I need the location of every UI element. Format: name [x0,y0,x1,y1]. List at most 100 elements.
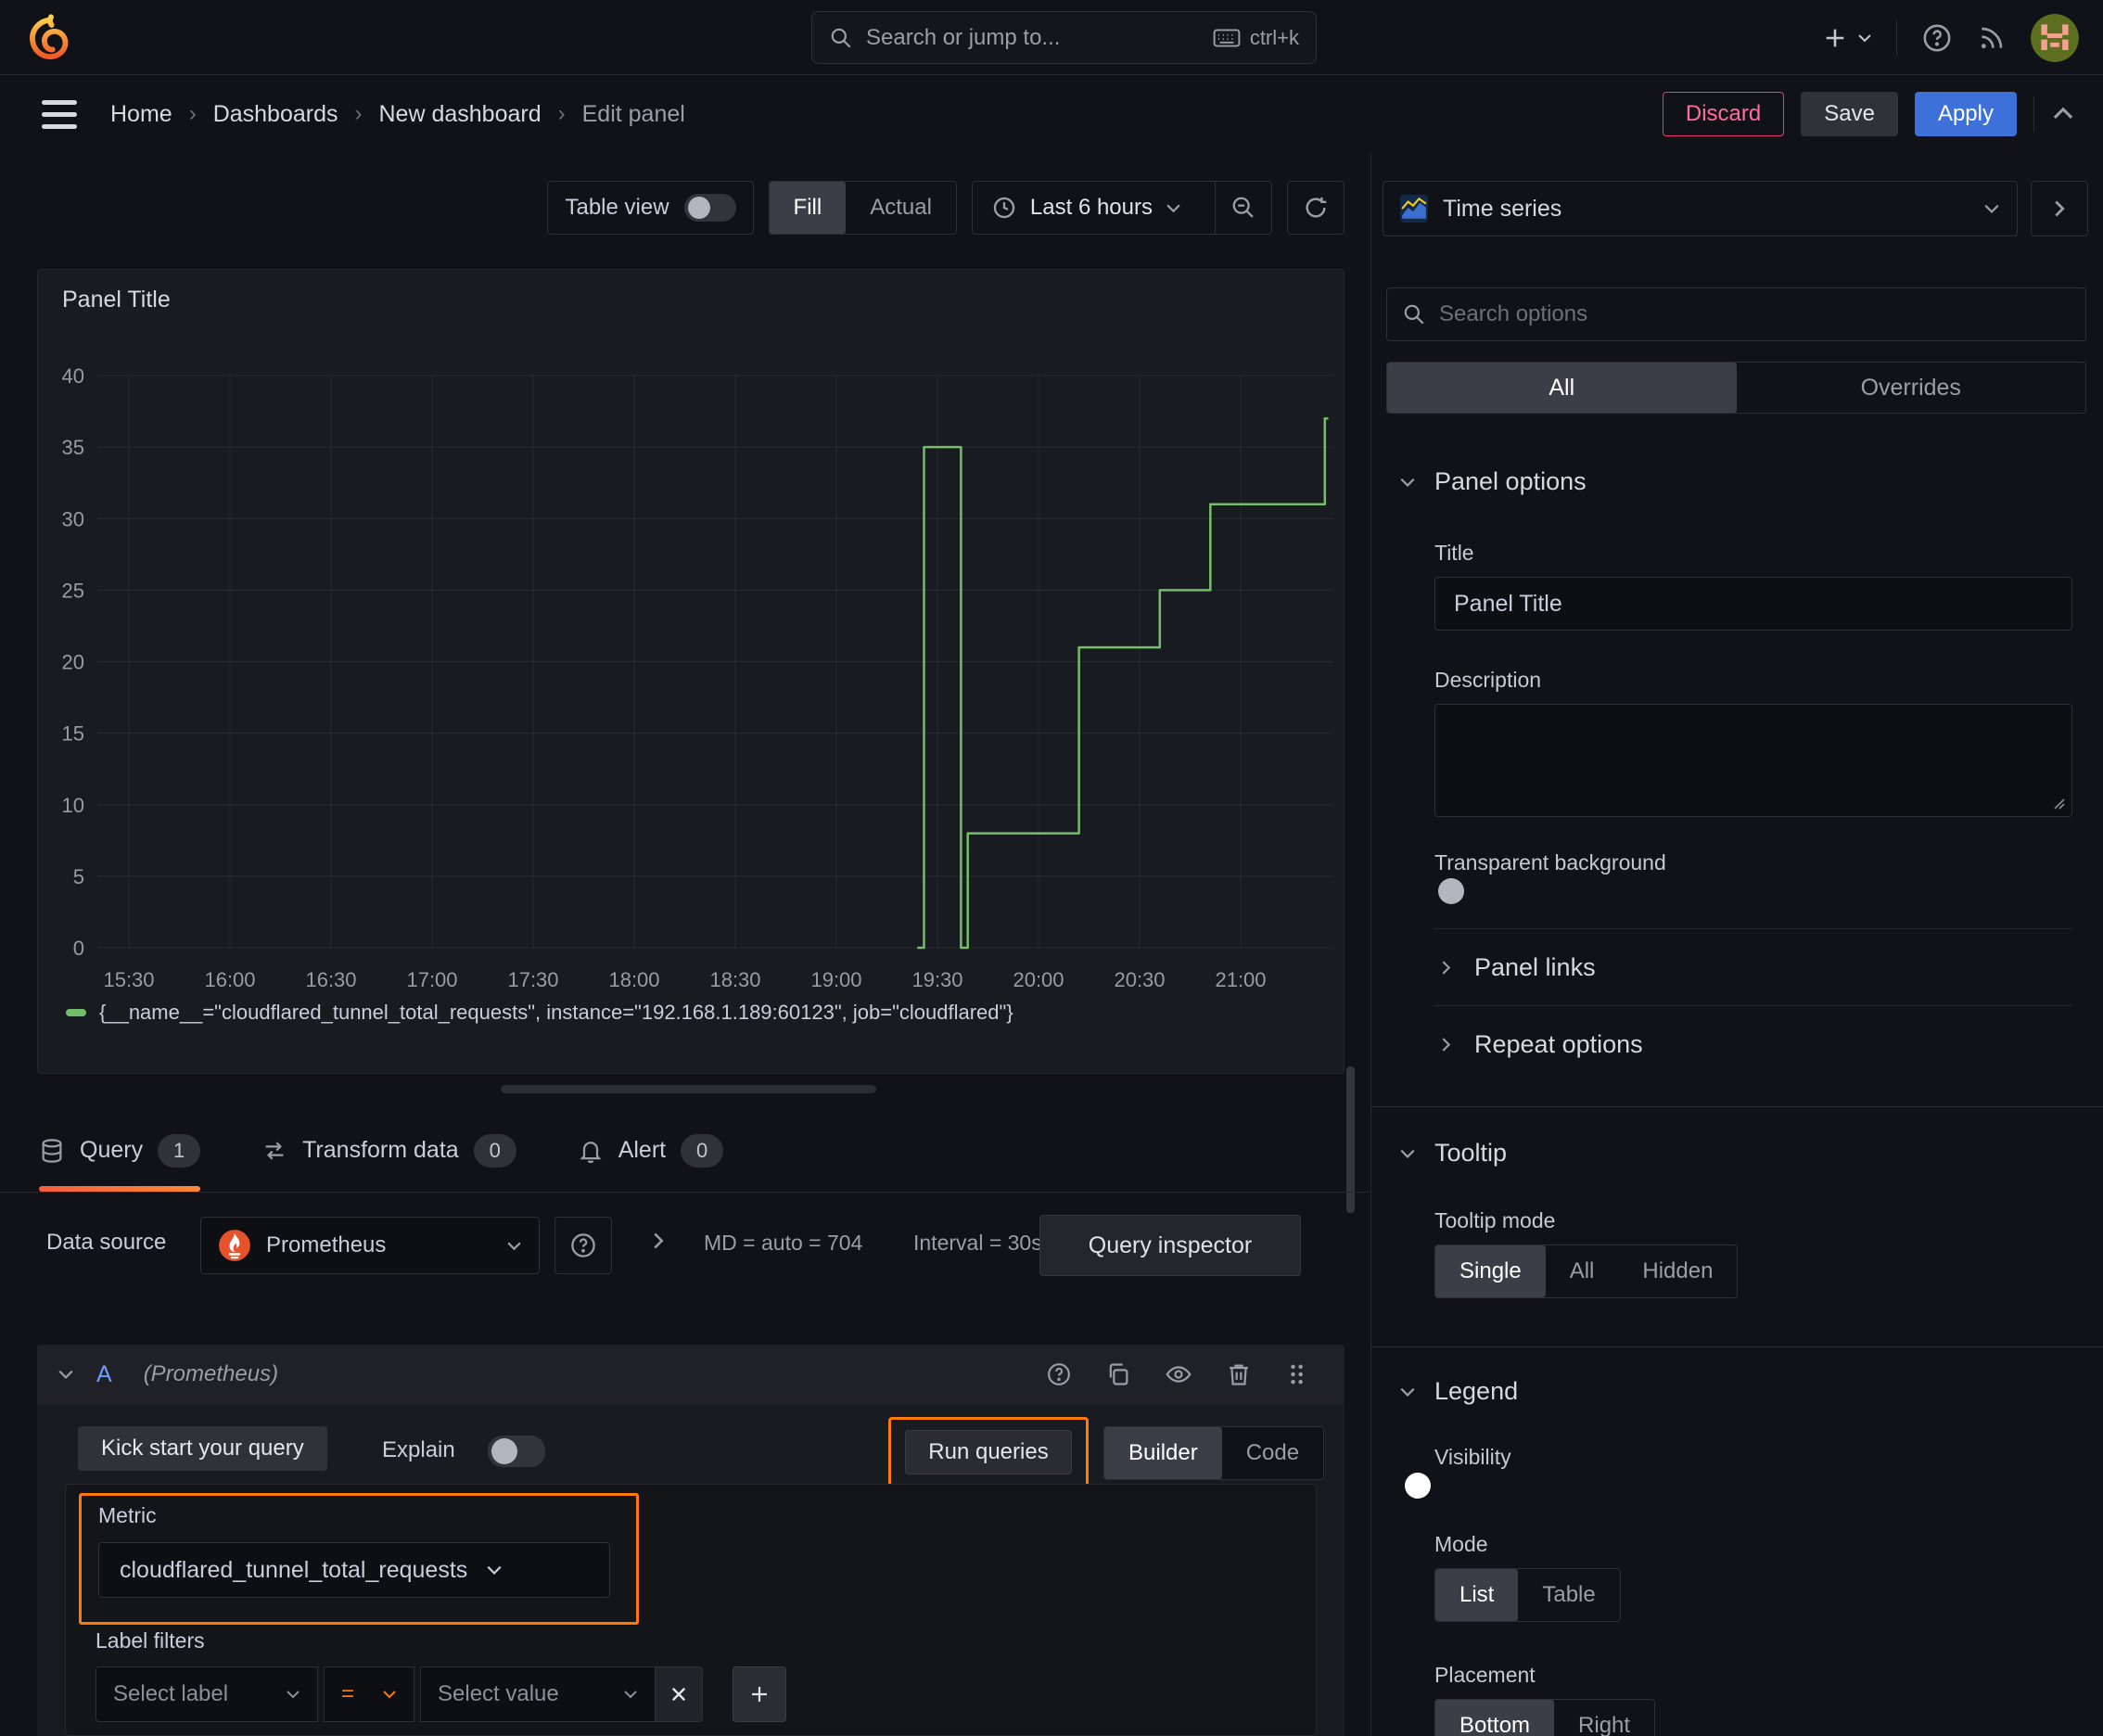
description-field-label: Description [1434,668,1542,692]
time-range-picker: Last 6 hours [971,181,1272,235]
operator-dropdown[interactable]: = [324,1666,414,1722]
menu-toggle-icon[interactable] [42,99,77,129]
time-series-chart[interactable]: 0 5 10 15 20 25 30 35 40 15:30 16:00 16:30 17:00 17:3… [44,350,1340,999]
panel-title-input[interactable] [1454,590,2053,618]
save-button[interactable]: Save [1801,92,1898,136]
time-range-button[interactable]: Last 6 hours [973,182,1200,234]
legend-table-option[interactable]: Table [1518,1569,1619,1621]
apply-button[interactable]: Apply [1914,92,2017,136]
tab-overrides[interactable]: Overrides [1737,363,2086,413]
keyboard-icon [1213,27,1241,49]
code-option[interactable]: Code [1222,1427,1323,1479]
pane-resize-handle[interactable] [501,1085,876,1093]
panel-title[interactable]: Panel Title [62,287,171,313]
datasource-help-button[interactable] [554,1217,612,1274]
tab-query[interactable]: Query 1 [39,1109,201,1192]
run-queries-button[interactable]: Run queries [905,1430,1072,1474]
legend-visibility-label: Visibility [1434,1445,1511,1469]
resize-corner-icon[interactable] [2051,796,2066,811]
builder-option[interactable]: Builder [1104,1427,1222,1479]
interval-stat: Interval = 30s [913,1231,1042,1255]
svg-text:30: 30 [62,507,84,530]
repeat-options-section[interactable]: Repeat options [1371,1006,2103,1082]
user-avatar[interactable] [2031,13,2079,62]
legend-series-label[interactable]: {__name__="cloudflared_tunnel_total_requ… [99,1001,1013,1025]
bell-icon [578,1138,604,1164]
legend-section-header[interactable]: Legend [1371,1377,2103,1406]
options-search[interactable] [1386,287,2086,341]
query-inspector-button[interactable]: Query inspector [1039,1215,1301,1276]
panel-links-section[interactable]: Panel links [1371,929,2103,1005]
breadcrumb-separator: › [354,101,363,126]
duplicate-icon[interactable] [1105,1361,1131,1387]
add-filter-button[interactable] [733,1666,786,1722]
fill-option[interactable]: Fill [769,182,847,234]
remove-filter-icon[interactable] [655,1666,703,1722]
trash-icon[interactable] [1226,1361,1252,1387]
chevron-right-icon[interactable] [649,1232,668,1250]
breadcrumb-new-dashboard[interactable]: New dashboard [379,101,542,128]
add-new-button[interactable] [1822,25,1872,51]
select-value-dropdown[interactable]: Select value [420,1666,656,1722]
legend-list-option[interactable]: List [1435,1569,1519,1621]
svg-text:18:30: 18:30 [709,968,760,991]
tooltip-single-option[interactable]: Single [1435,1245,1546,1297]
datasource-picker[interactable]: Prometheus [200,1217,540,1274]
datasource-label: Data source [46,1230,167,1255]
alert-count-badge: 0 [681,1133,724,1168]
refresh-button[interactable] [1287,181,1345,235]
breadcrumb-separator: › [188,101,197,126]
breadcrumb: Home › Dashboards › New dashboard › Edit… [110,101,685,128]
collapse-row-icon[interactable] [57,1366,74,1383]
tab-all-options[interactable]: All [1387,363,1737,413]
query-actions-row: Kick start your query Explain Run querie… [37,1417,1345,1487]
svg-text:16:30: 16:30 [305,968,356,991]
grafana-logo-icon[interactable] [26,12,74,62]
global-search[interactable]: ctrl+k [811,11,1317,64]
legend-swatch[interactable] [66,1009,86,1016]
actual-option[interactable]: Actual [846,182,956,234]
placement-bottom-option[interactable]: Bottom [1435,1700,1555,1736]
tooltip-section-header[interactable]: Tooltip [1371,1139,2103,1168]
panel-options-section-header[interactable]: Panel options [1371,467,2103,496]
discard-button[interactable]: Discard [1662,92,1785,136]
drag-handle-icon[interactable] [1285,1361,1307,1387]
tooltip-hidden-option[interactable]: Hidden [1618,1245,1737,1297]
collapse-header-icon[interactable] [2051,102,2075,126]
select-label-dropdown[interactable]: Select label [96,1666,318,1722]
metric-highlight: Metric cloudflared_tunnel_total_requests [79,1493,639,1625]
datasource-name: Prometheus [266,1232,387,1257]
kick-start-query-button[interactable]: Kick start your query [78,1426,327,1471]
svg-text:17:30: 17:30 [507,968,558,991]
query-ref-id: A [96,1360,112,1387]
builder-code-switch: Builder Code [1103,1426,1325,1480]
help-icon[interactable] [1046,1361,1072,1387]
options-search-input[interactable] [1439,301,2071,327]
chevron-right-icon [1438,1037,1454,1053]
zoom-out-button[interactable] [1215,182,1271,234]
explain-toggle[interactable] [488,1436,545,1467]
global-search-input[interactable] [866,24,1200,51]
svg-text:35: 35 [62,436,84,459]
tooltip-mode-label: Tooltip mode [1434,1208,1556,1232]
chevron-down-icon [506,1238,522,1254]
placement-right-option[interactable]: Right [1554,1700,1654,1736]
breadcrumb-home[interactable]: Home [110,101,172,128]
description-textarea[interactable] [1434,704,2072,817]
visualization-picker[interactable]: Time series [1383,181,2018,236]
help-icon[interactable] [1921,22,1953,54]
metric-select[interactable]: cloudflared_tunnel_total_requests [98,1542,610,1598]
collapse-options-pane-button[interactable] [2031,181,2088,236]
tab-transform-data[interactable]: Transform data 0 [261,1109,516,1192]
tab-alert[interactable]: Alert 0 [578,1109,724,1192]
table-view-control: Table view [547,181,754,235]
table-view-toggle[interactable] [683,194,736,222]
tooltip-all-option[interactable]: All [1546,1245,1619,1297]
svg-text:15:30: 15:30 [103,968,154,991]
query-row-header[interactable]: A (Prometheus) [37,1345,1345,1404]
panel-title-field[interactable] [1434,577,2072,631]
query-datasource-hint: (Prometheus) [143,1361,279,1386]
news-rss-icon[interactable] [1977,23,2007,53]
breadcrumb-dashboards[interactable]: Dashboards [213,101,338,128]
hide-response-eye-icon[interactable] [1165,1361,1192,1387]
